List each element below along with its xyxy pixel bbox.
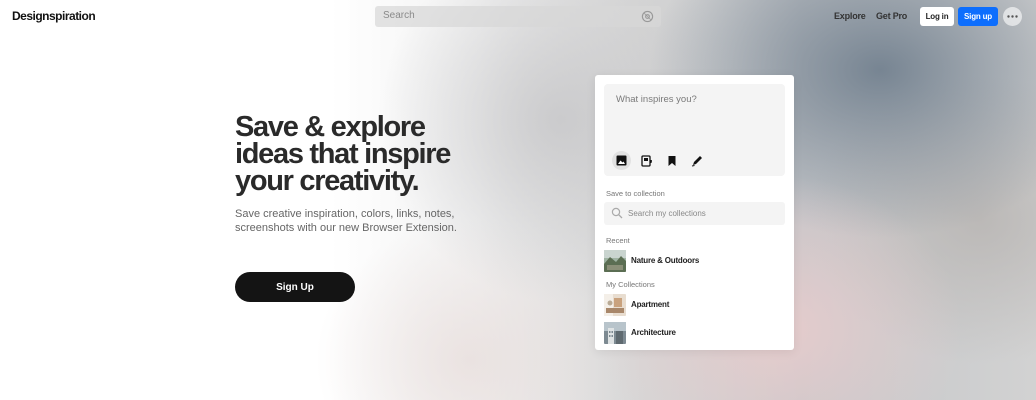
collection-thumbnail [604,322,626,344]
compose-placeholder: What inspires you? [616,94,697,105]
collection-name: Apartment [631,300,670,309]
hero-title-line: your creativity. [235,165,420,197]
hero-background [0,0,1036,400]
bookmark-icon [668,155,675,166]
login-button[interactable]: Log in [920,7,954,26]
collection-item-architecture[interactable]: Architecture [604,322,785,344]
signup-button[interactable]: Sign up [958,7,998,26]
collection-name: Architecture [631,328,676,337]
save-to-collection-label: Save to collection [606,189,665,198]
collection-search-input[interactable]: Search my collections [604,202,785,225]
collection-search-placeholder: Search my collections [628,209,706,218]
collection-item-nature-outdoors[interactable]: Nature & Outdoors [604,250,785,272]
hero-subtitle-line: screenshots with our new Browser Extensi… [235,222,457,234]
image-icon [616,155,627,166]
hero-title: Save & explore ideas that inspire your c… [235,111,535,197]
pen-icon [691,155,702,166]
hero-signup-button[interactable]: Sign Up [235,272,355,302]
logo[interactable]: Designspiration [12,9,96,23]
more-dots-icon [1007,15,1018,18]
nav-get-pro-link[interactable]: Get Pro [876,11,907,21]
collection-thumbnail [604,294,626,316]
nav-explore-link[interactable]: Explore [834,11,866,21]
hero-title-line: Save & explore [235,111,426,143]
hero-subtitle-line: Save creative inspiration, colors, links… [235,208,455,220]
pen-tool-button[interactable] [687,151,706,170]
collection-name: Nature & Outdoors [631,256,700,265]
search-bar[interactable]: Search [375,6,661,27]
collection-thumbnail [604,250,626,272]
more-menu-button[interactable] [1003,7,1022,26]
search-placeholder: Search [383,10,415,21]
hero-subtitle: Save creative inspiration, colors, links… [235,207,475,235]
collection-item-apartment[interactable]: Apartment [604,294,785,316]
top-header: Designspiration Search Explore Get Pro L… [0,0,1036,32]
my-collections-label: My Collections [606,280,655,289]
hero-title-line: ideas that inspire [235,138,451,170]
image-tool-button[interactable] [612,151,631,170]
screenshot-icon [640,154,652,167]
search-icon [611,207,623,219]
compose-area[interactable]: What inspires you? [604,84,785,176]
extension-preview-card: What inspires you? Save to collection Se… [595,75,794,350]
recent-label: Recent [606,236,630,245]
screenshot-tool-button[interactable] [637,151,656,170]
bookmark-tool-button[interactable] [662,151,681,170]
camera-search-icon[interactable] [641,10,654,23]
